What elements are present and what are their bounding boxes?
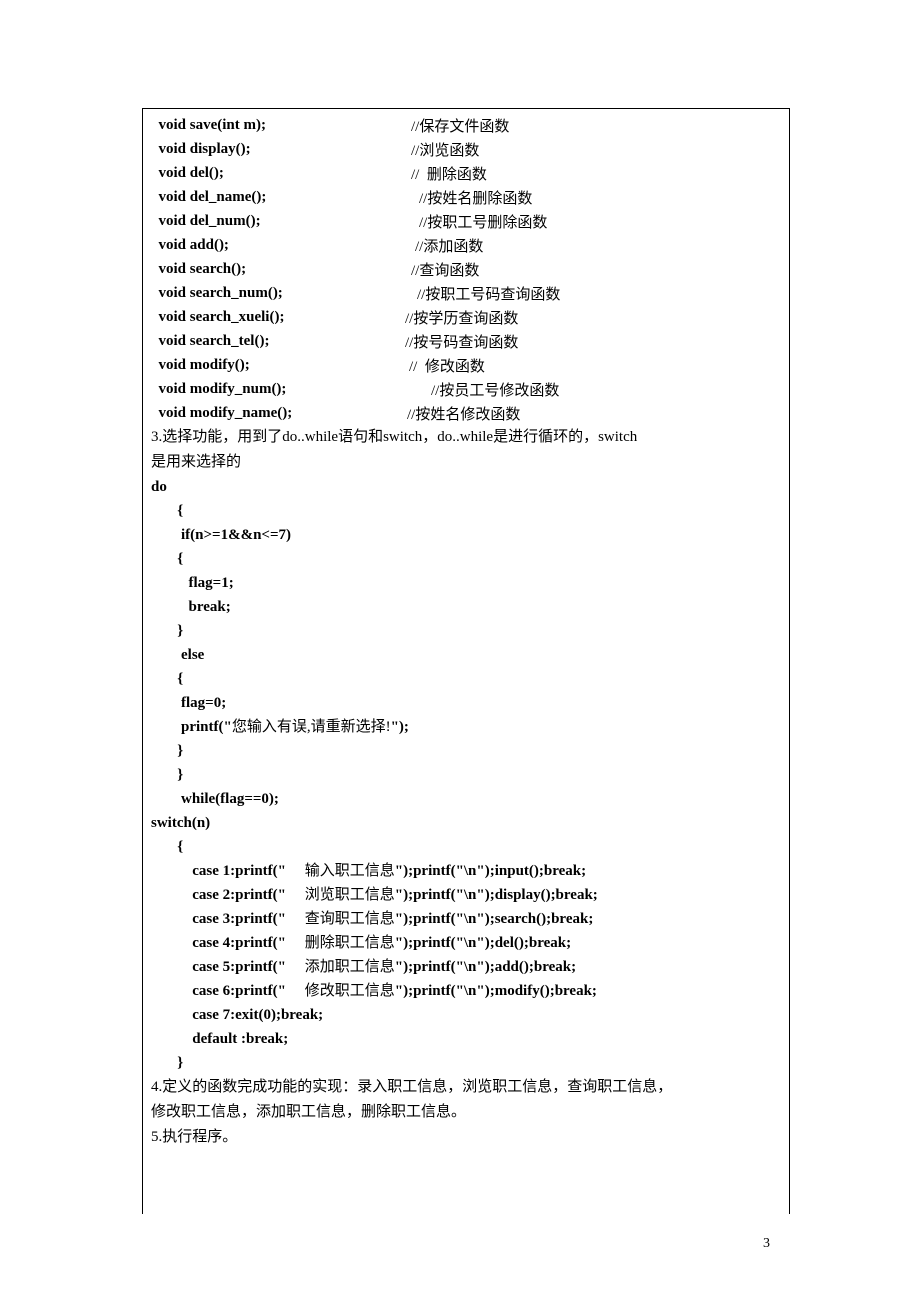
do-line-12: } [151,763,781,787]
paragraph-5: 5.执行程序。 [151,1125,781,1150]
func-decl-7: void search_num();//按职工号码查询函数 [151,281,781,305]
func-decl-10: void modify();// 修改函数 [151,353,781,377]
do-line-2: if(n>=1&&n<=7) [151,523,781,547]
page-number: 3 [763,1236,770,1252]
do-line-4: flag=1; [151,571,781,595]
do-line-1: { [151,499,781,523]
case-line-0: case 1:printf(" 输入职工信息");printf("\n");in… [151,859,781,883]
do-line-8: { [151,667,781,691]
paragraph-4-line-b: 修改职工信息，添加职工信息，删除职工信息。 [151,1100,781,1125]
func-decl-2: void del();// 删除函数 [151,161,781,185]
case-tail-0: case 7:exit(0);break; [151,1003,781,1027]
content-box: void save(int m);//保存文件函数 void display()… [142,108,790,1214]
do-line-9: flag=0; [151,691,781,715]
case-tail-1: default :break; [151,1027,781,1051]
paragraph-3-line-a: 3.选择功能，用到了do..while语句和switch，do..while是进… [151,425,781,450]
paragraph-4-line-a: 4.定义的函数完成功能的实现：录入职工信息，浏览职工信息，查询职工信息， [151,1075,781,1100]
do-line-5: break; [151,595,781,619]
do-line-3: { [151,547,781,571]
func-decl-1: void display();//浏览函数 [151,137,781,161]
do-line-10: printf("您输入有误,请重新选择!"); [151,715,781,739]
case-line-5: case 6:printf(" 修改职工信息");printf("\n");mo… [151,979,781,1003]
page: void save(int m);//保存文件函数 void display()… [0,0,920,1302]
func-decl-8: void search_xueli();//按学历查询函数 [151,305,781,329]
do-line-11: } [151,739,781,763]
do-line-14: switch(n) [151,811,781,835]
func-decl-4: void del_num();//按职工号删除函数 [151,209,781,233]
paragraph-3-line-b: 是用来选择的 [151,450,781,475]
func-decl-6: void search();//查询函数 [151,257,781,281]
case-tail-2: } [151,1051,781,1075]
do-line-0: do [151,475,781,499]
case-line-1: case 2:printf(" 浏览职工信息");printf("\n");di… [151,883,781,907]
do-line-6: } [151,619,781,643]
func-decl-12: void modify_name();//按姓名修改函数 [151,401,781,425]
func-decl-5: void add();//添加函数 [151,233,781,257]
case-line-4: case 5:printf(" 添加职工信息");printf("\n");ad… [151,955,781,979]
case-line-3: case 4:printf(" 删除职工信息");printf("\n");de… [151,931,781,955]
case-line-2: case 3:printf(" 查询职工信息");printf("\n");se… [151,907,781,931]
func-decl-3: void del_name();//按姓名删除函数 [151,185,781,209]
do-line-13: while(flag==0); [151,787,781,811]
do-line-7: else [151,643,781,667]
func-decl-9: void search_tel();//按号码查询函数 [151,329,781,353]
do-line-15: { [151,835,781,859]
func-decl-0: void save(int m);//保存文件函数 [151,113,781,137]
func-decl-11: void modify_num();//按员工号修改函数 [151,377,781,401]
